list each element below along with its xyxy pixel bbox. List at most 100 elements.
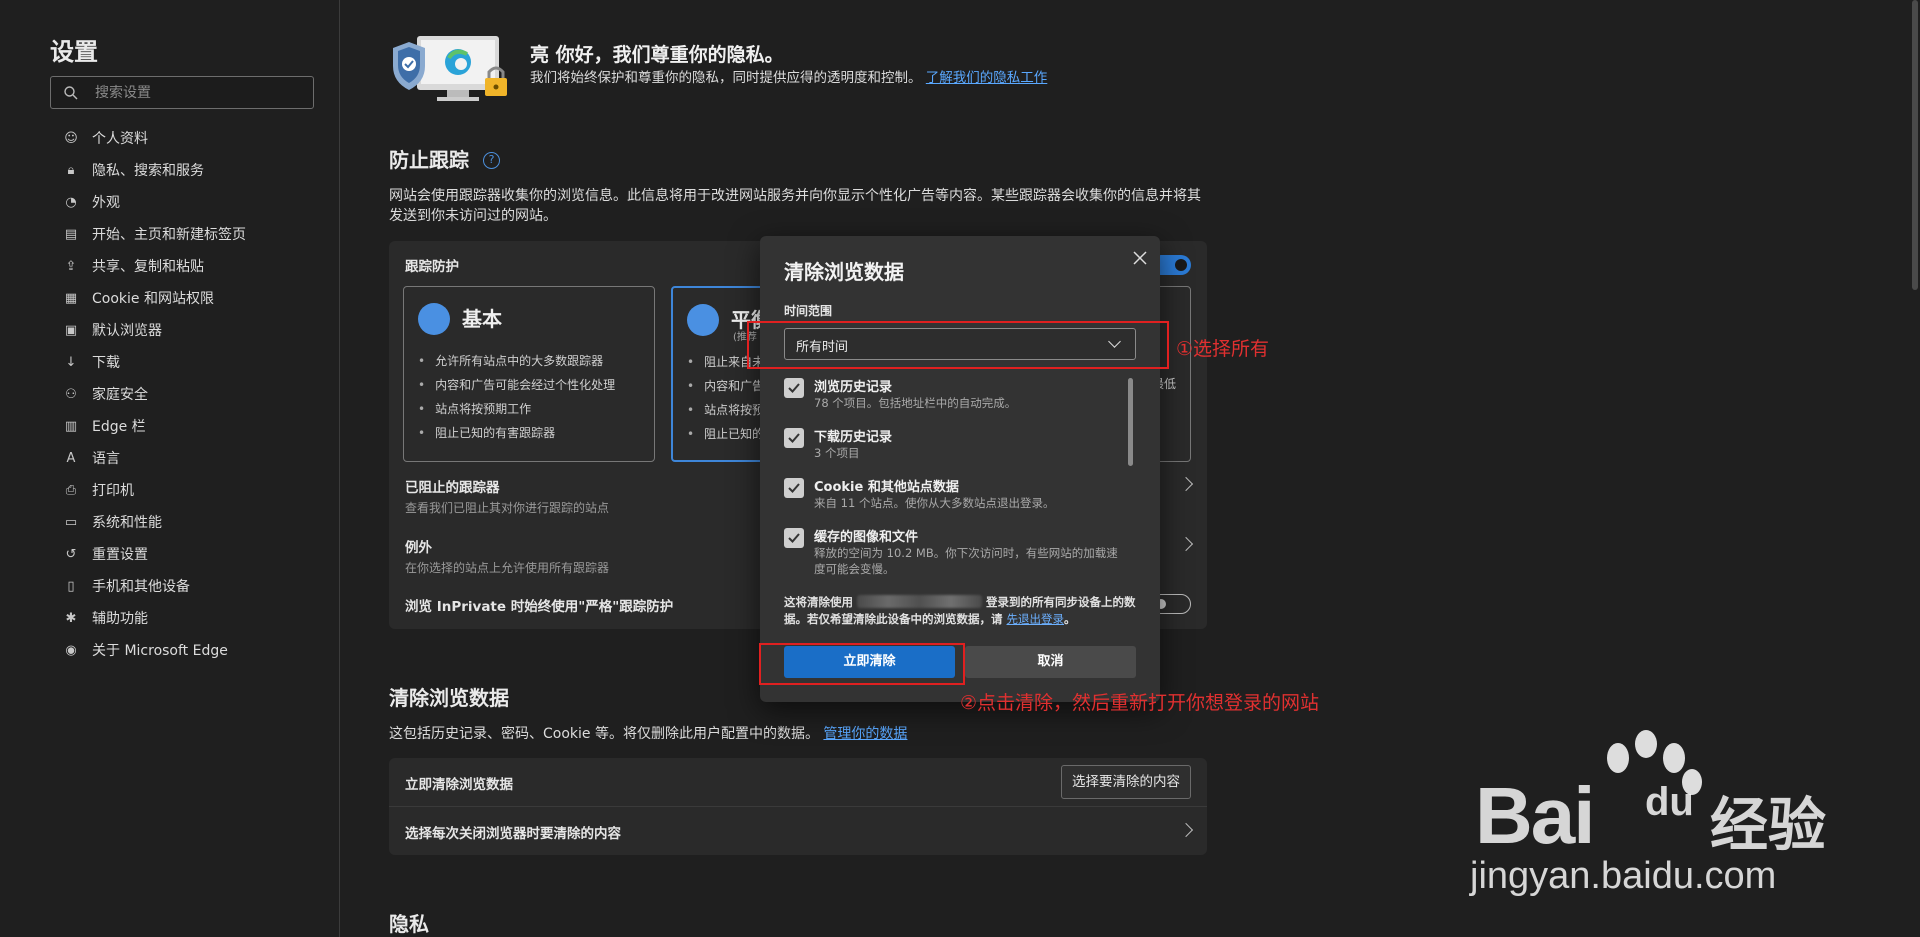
list-item: 阻止已知的有害跟踪器 — [418, 421, 615, 445]
sidebar-item[interactable]: ▣ 默认浏览器 — [50, 314, 320, 346]
checkbox-title: 缓存的图像和文件 — [814, 530, 919, 545]
lock-icon: 🔒︎ — [67, 162, 75, 178]
laptop-icon: ▭ — [64, 514, 78, 530]
checkbox-subtitle: 3 个项目 — [814, 446, 860, 460]
search-icon — [64, 86, 78, 100]
edge-logo-icon: ◉ — [65, 642, 77, 658]
chevron-right-icon[interactable] — [1178, 822, 1194, 838]
tracking-mode-basic[interactable]: 基本 允许所有站点中的大多数跟踪器 内容和广告可能会经过个性化处理 站点将按预期… — [403, 286, 655, 462]
checkbox-subtitle: 78 个项目。包括地址栏中的自动完成。 — [814, 396, 1017, 410]
sidebar-item-label: 个人资料 — [92, 131, 148, 147]
checkbox[interactable] — [784, 428, 804, 448]
sidebar-nav: ☺ 个人资料 🔒︎ 隐私、搜索和服务 ◔ 外观 ▤ 开始、主页和新建标签页 ⇪ 共享、复制和粘贴 ▦… — [50, 122, 320, 666]
language-icon: A — [66, 450, 76, 466]
accessibility-icon: ✱ — [65, 610, 77, 626]
balance-scale-icon — [687, 304, 719, 336]
watermark-jingyan: 经验 — [1710, 791, 1827, 859]
annotation-step2: ②点击清除，然后重新打开你想登录的网站 — [960, 692, 1320, 714]
annotation-box-time-range — [747, 321, 1169, 369]
close-icon[interactable] — [1130, 248, 1150, 268]
sync-note-text: 。 — [1064, 612, 1076, 626]
sidebar-item[interactable]: ☺ 个人资料 — [50, 122, 320, 154]
sign-out-link[interactable]: 先退出登录 — [1007, 612, 1065, 626]
clear-now-label: 立即清除浏览数据 — [405, 777, 513, 793]
reset-icon: ↺ — [65, 546, 77, 562]
blurred-account — [857, 595, 983, 608]
sidebar-item[interactable]: A 语言 — [50, 442, 320, 474]
share-icon: ⇪ — [65, 258, 77, 274]
watermark-du: du — [1645, 780, 1694, 824]
sidebar-item-label: 系统和性能 — [92, 515, 162, 531]
watermark-brand: Bai — [1475, 771, 1595, 860]
hero-description: 我们将始终保护和尊重你的隐私，同时提供应得的透明度和控制。 了解我们的隐私工作 — [530, 68, 1070, 88]
clear-browsing-data-dialog: 清除浏览数据 时间范围 所有时间 浏览历史记录 78 个项目。包括地址栏中的自动… — [760, 236, 1160, 702]
annotation-box-clear — [759, 643, 965, 685]
manage-data-link[interactable]: 管理你的数据 — [823, 726, 907, 742]
sidebar-item-label: 语言 — [92, 451, 120, 467]
chevron-right-icon[interactable] — [1178, 536, 1194, 552]
clear-data-description: 这包括历史记录、密码、Cookie 等。将仅删除此用户配置中的数据。 管理你的数… — [389, 724, 907, 744]
sidebar-item[interactable]: ▯ 手机和其他设备 — [50, 570, 320, 602]
watermark-url: jingyan.baidu.com — [1470, 855, 1777, 897]
printer-icon: ⎙ — [65, 482, 77, 498]
palette-icon: ◔ — [65, 194, 77, 210]
sidebar-item[interactable]: 🔒︎ 隐私、搜索和服务 — [50, 154, 320, 186]
page-scrollbar[interactable] — [1912, 0, 1918, 290]
sidebar-item-label: 开始、主页和新建标签页 — [92, 227, 246, 243]
sidebar-item-label: 外观 — [92, 195, 120, 211]
inprivate-strict-label: 浏览 InPrivate 时始终使用"严格"跟踪防护 — [405, 599, 674, 615]
sidebar-item[interactable]: ✱ 辅助功能 — [50, 602, 320, 634]
blocked-trackers-title[interactable]: 已阻止的跟踪器 — [405, 476, 500, 496]
sidebar-item[interactable]: ◔ 外观 — [50, 186, 320, 218]
clear-on-close-label: 选择每次关闭浏览器时要清除的内容 — [405, 826, 621, 842]
clear-data-desc-text: 这包括历史记录、密码、Cookie 等。将仅删除此用户配置中的数据。 — [389, 726, 819, 742]
download-icon: ↓ — [65, 354, 77, 370]
sidebar-item-label: 默认浏览器 — [92, 323, 162, 339]
sidebar-item[interactable]: ↓ 下载 — [50, 346, 320, 378]
hero-title: 亮 你好，我们尊重你的隐私。 — [530, 44, 784, 66]
list-item: 站点将按预 — [687, 398, 764, 422]
search-input[interactable] — [95, 77, 305, 108]
sidebar-item-label: 隐私、搜索和服务 — [92, 163, 204, 179]
list-item: 站点将按预期工作 — [418, 397, 615, 421]
exceptions-title[interactable]: 例外 — [405, 536, 432, 556]
clear-on-close-row[interactable]: 选择每次关闭浏览器时要清除的内容 — [389, 807, 1207, 855]
profile-icon: ☺ — [64, 130, 78, 146]
tracking-protection-label: 跟踪防护 — [405, 259, 459, 275]
checkbox-subtitle: 来自 11 个站点。使你从大多数站点退出登录。 — [814, 496, 1055, 510]
privacy-illustration-icon — [393, 36, 507, 101]
chevron-right-icon[interactable] — [1178, 476, 1194, 492]
sync-note-text: 这将清除使用 — [784, 595, 853, 609]
list-item: 允许所有站点中的大多数跟踪器 — [418, 349, 615, 373]
checkbox[interactable] — [784, 528, 804, 548]
sidebar-item[interactable]: ▭ 系统和性能 — [50, 506, 320, 538]
checkbox[interactable] — [784, 478, 804, 498]
sidebar-item[interactable]: ⇪ 共享、复制和粘贴 — [50, 250, 320, 282]
family-icon: ⚇ — [65, 386, 77, 402]
clear-data-card: 立即清除浏览数据 选择要清除的内容 选择每次关闭浏览器时要清除的内容 — [389, 758, 1207, 855]
settings-sidebar: 设置 ☺ 个人资料 🔒︎ 隐私、搜索和服务 ◔ 外观 ▤ 开始、主页和新建标签页 ⇪ 共享、复制和… — [0, 0, 340, 937]
list-item: 内容和广告 — [687, 374, 764, 398]
edge-bar-icon: ▥ — [64, 418, 78, 434]
sidebar-item-label: 辅助功能 — [92, 611, 148, 627]
list-item: 阻止已知的 — [687, 422, 764, 446]
checkbox-title: 下载历史记录 — [814, 430, 893, 445]
sidebar-item[interactable]: ▥ Edge 栏 — [50, 410, 320, 442]
dialog-scrollbar[interactable] — [1128, 378, 1133, 466]
choose-what-to-clear-button[interactable]: 选择要清除的内容 — [1061, 765, 1191, 799]
sidebar-item-label: 家庭安全 — [92, 387, 148, 403]
cancel-button[interactable]: 取消 — [965, 646, 1136, 678]
privacy-learn-more-link[interactable]: 了解我们的隐私工作 — [926, 70, 1048, 86]
checkbox[interactable] — [784, 378, 804, 398]
sidebar-item-label: 打印机 — [92, 483, 134, 499]
browser-icon: ▣ — [64, 322, 78, 338]
sidebar-item[interactable]: ⎙ 打印机 — [50, 474, 320, 506]
sidebar-item[interactable]: ▤ 开始、主页和新建标签页 — [50, 218, 320, 250]
search-settings-box[interactable] — [50, 76, 314, 109]
help-icon[interactable]: ? — [483, 152, 500, 169]
sidebar-item[interactable]: ▦ Cookie 和网站权限 — [50, 282, 320, 314]
sidebar-item[interactable]: ◉ 关于 Microsoft Edge — [50, 634, 320, 666]
privacy-section-title: 隐私 — [389, 912, 429, 936]
sidebar-item[interactable]: ⚇ 家庭安全 — [50, 378, 320, 410]
sidebar-item[interactable]: ↺ 重置设置 — [50, 538, 320, 570]
